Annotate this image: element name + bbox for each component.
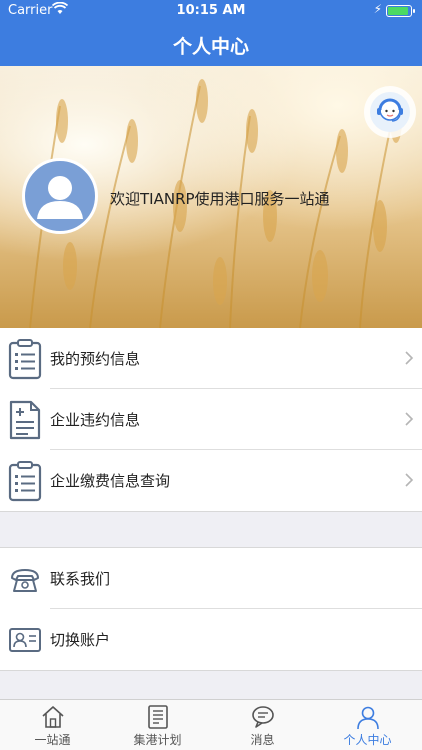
- tab-messages[interactable]: 消息: [210, 700, 315, 750]
- chat-bubble-icon: [252, 706, 274, 728]
- chevron-right-icon: [405, 412, 414, 426]
- avatar[interactable]: [22, 158, 98, 234]
- page-title: 个人中心: [172, 36, 249, 58]
- customer-service-button[interactable]: [364, 86, 416, 138]
- clipboard-list-icon: [8, 461, 42, 502]
- tab-label: 个人中心: [343, 733, 392, 747]
- tab-label: 集港计划: [133, 733, 182, 747]
- home-icon: [42, 706, 64, 728]
- menu-item-label: 联系我们: [50, 570, 111, 588]
- id-card-icon: [9, 628, 41, 652]
- menu-item-label: 我的预约信息: [50, 350, 141, 368]
- menu-item-my-appointments[interactable]: 我的预约信息: [0, 328, 422, 389]
- telephone-icon: [11, 569, 39, 592]
- menu-item-violation-info[interactable]: 企业违约信息: [0, 389, 422, 450]
- status-bar: Carrier 10:15 AM ⚡: [0, 0, 422, 22]
- tab-label: 一站通: [34, 733, 71, 747]
- menu-item-contact-us[interactable]: 联系我们: [0, 548, 422, 609]
- account-info-menu: 我的预约信息 企业违约信息 企业缴费信息查询: [0, 328, 422, 512]
- chevron-right-icon: [405, 351, 414, 365]
- battery-icon: [386, 5, 415, 17]
- menu-item-switch-account[interactable]: 切换账户: [0, 609, 422, 670]
- menu-item-label: 企业缴费信息查询: [50, 472, 171, 490]
- tab-label: 消息: [250, 733, 275, 747]
- user-icon: [357, 706, 379, 730]
- tab-one-stop[interactable]: 一站通: [0, 700, 105, 750]
- document-plus-icon: [9, 400, 41, 440]
- menu-item-label: 切换账户: [50, 631, 111, 649]
- tab-port-plan[interactable]: 集港计划: [105, 700, 210, 750]
- list-document-icon: [148, 705, 168, 729]
- tab-bar: 一站通 集港计划 消息 个人中心: [0, 699, 422, 750]
- account-actions-menu: 联系我们 切换账户: [0, 547, 422, 671]
- welcome-message: 欢迎TIANRP使用港口服务一站通: [110, 190, 330, 208]
- navigation-bar: 个人中心: [0, 22, 422, 66]
- tab-personal-center[interactable]: 个人中心: [315, 700, 420, 750]
- clock: 10:15 AM: [176, 3, 246, 18]
- menu-item-label: 企业违约信息: [50, 411, 141, 429]
- clipboard-list-icon: [8, 339, 42, 380]
- charging-icon: ⚡: [373, 2, 382, 16]
- chevron-right-icon: [405, 473, 414, 487]
- menu-item-payment-query[interactable]: 企业缴费信息查询: [0, 450, 422, 511]
- headset-agent-icon: [370, 92, 410, 132]
- profile-banner: 欢迎TIANRP使用港口服务一站通: [0, 66, 422, 328]
- user-avatar-icon: [37, 176, 83, 219]
